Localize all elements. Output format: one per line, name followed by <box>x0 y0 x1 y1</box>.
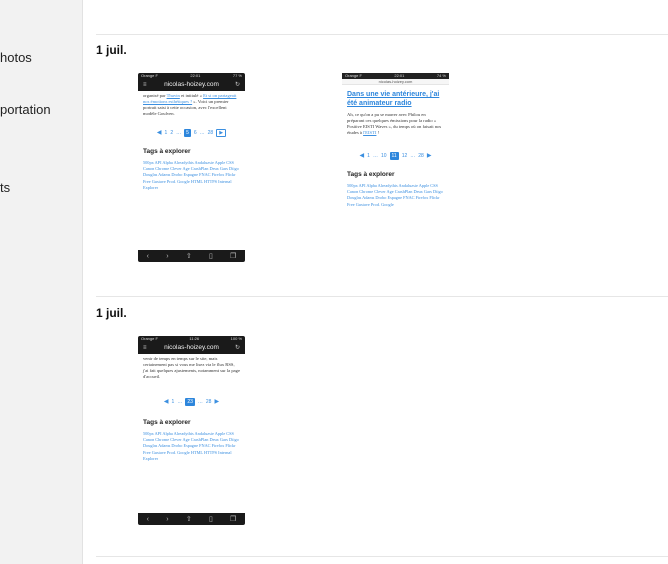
page-ellipsis: … <box>199 130 205 136</box>
prev-arrow-icon: ◀ <box>163 399 169 405</box>
page-number-current: 11 <box>389 152 399 160</box>
tabs-icon: ❐ <box>230 516 237 523</box>
page-number-current: 5 <box>184 129 191 137</box>
photo-thumbnail[interactable]: Orange F 11:26 100 % ≡ nicolas-hoizey.co… <box>138 336 245 525</box>
photo-grid: 1 juil. Orange F 22:01 77 % ≡ nicolas-ho… <box>84 0 668 564</box>
body-text: venir de temps en temps sur le site, mai… <box>143 356 241 379</box>
sidebar-item-importation[interactable]: portation <box>0 102 51 117</box>
pagination: ◀ 1 … 23 … 28 ▶ <box>143 398 240 406</box>
tags-heading: Tags à explorer <box>347 171 395 178</box>
back-icon: ‹ <box>146 515 149 523</box>
body-text: Ah, ce qu'on a pu se marrer avec Philou … <box>347 112 442 135</box>
url-text: nicolas-hoizey.com <box>378 79 413 84</box>
carrier-label: Orange F <box>345 73 362 78</box>
prev-arrow-icon: ◀ <box>359 153 365 159</box>
page-ellipsis: … <box>197 399 203 405</box>
page-number: 28 <box>207 130 214 136</box>
sidebar-item-photos[interactable]: hotos <box>0 50 32 65</box>
page-number: 1 <box>171 399 175 405</box>
prev-arrow-icon: ◀ <box>156 130 162 136</box>
page-content: venir de temps en temps sur le site, mai… <box>138 354 245 464</box>
browser-toolbar: ‹ › ⇧ ▯ ❐ <box>138 250 245 262</box>
forward-icon: › <box>166 515 169 523</box>
pagination: ◀ 1 2 … 5 6 … 28 ▶ <box>143 129 240 137</box>
browser-toolbar: ‹ › ⇧ ▯ ❐ <box>138 513 245 525</box>
tags-list: 500px API Alpha Alreadythis Andaluzsie A… <box>143 431 239 461</box>
tags-heading: Tags à explorer <box>143 419 191 426</box>
page-number-current: 23 <box>185 398 195 406</box>
body-text: organisé par <box>143 93 167 98</box>
page-number: 28 <box>418 153 424 159</box>
page-number: 12 <box>401 153 408 159</box>
divider <box>96 296 668 297</box>
reload-icon: ↻ <box>234 82 240 88</box>
page-content: organisé par Thuvin et intitulé « Et si … <box>138 91 245 193</box>
body-text: ! <box>376 130 380 135</box>
url-bar: ≡ nicolas-hoizey.com ↻ <box>138 342 245 354</box>
pagination: ◀ 1 … 10 11 12 … 28 ▶ <box>347 152 444 160</box>
article-title: Dans une vie antérieure, j'ai été animat… <box>347 91 440 107</box>
link: Thuvin <box>166 93 180 98</box>
page-ellipsis: … <box>177 399 183 405</box>
page-number: 6 <box>193 130 197 136</box>
next-arrow-icon: ▶ <box>216 129 227 137</box>
tags-heading: Tags à explorer <box>143 148 191 155</box>
section-date: 1 juil. <box>96 43 127 57</box>
share-icon: ⇧ <box>185 253 192 260</box>
bookmarks-icon: ▯ <box>208 516 213 523</box>
url-text: nicolas-hoizey.com <box>164 344 219 351</box>
body-text: et intitulé « <box>179 93 204 98</box>
next-arrow-icon: ▶ <box>426 153 432 159</box>
page-ellipsis: … <box>410 153 416 159</box>
tags-list: 500px API Alpha Alreadythis Andaluzsie A… <box>143 160 239 190</box>
battery-label: 74 % <box>436 73 446 78</box>
section-date: 1 juil. <box>96 306 127 320</box>
menu-icon: ≡ <box>143 345 147 351</box>
url-bar: ≡ nicolas-hoizey.com ↻ <box>138 79 245 91</box>
tags-list: 500px API Alpha Alreadythis Andaluzsie A… <box>347 183 443 207</box>
page-number: 1 <box>367 153 370 159</box>
page-number: 28 <box>205 399 212 405</box>
divider <box>96 34 668 35</box>
back-icon: ‹ <box>146 252 149 260</box>
tabs-icon: ❐ <box>230 253 237 260</box>
sidebar-item-projects[interactable]: ts <box>0 180 10 195</box>
next-arrow-icon: ▶ <box>214 399 220 405</box>
photo-thumbnail[interactable]: Orange F 22:01 74 % nicolas-hoizey.com D… <box>342 73 449 262</box>
page-number: 2 <box>170 130 174 136</box>
bookmarks-icon: ▯ <box>208 253 213 260</box>
photo-thumbnail[interactable]: Orange F 22:01 77 % ≡ nicolas-hoizey.com… <box>138 73 245 262</box>
page-ellipsis: … <box>372 153 378 159</box>
page-number: 1 <box>164 130 168 136</box>
forward-icon: › <box>166 252 169 260</box>
page-number: 10 <box>380 153 387 159</box>
url-text: nicolas-hoizey.com <box>164 81 219 88</box>
sidebar: hotos portation ts <box>0 0 83 564</box>
page-content: Dans une vie antérieure, j'ai été animat… <box>342 85 449 210</box>
page-ellipsis: … <box>176 130 182 136</box>
link: l'EISTI <box>363 130 377 135</box>
divider <box>96 556 668 557</box>
menu-icon: ≡ <box>143 82 147 88</box>
reload-icon: ↻ <box>234 345 240 351</box>
share-icon: ⇧ <box>185 516 192 523</box>
